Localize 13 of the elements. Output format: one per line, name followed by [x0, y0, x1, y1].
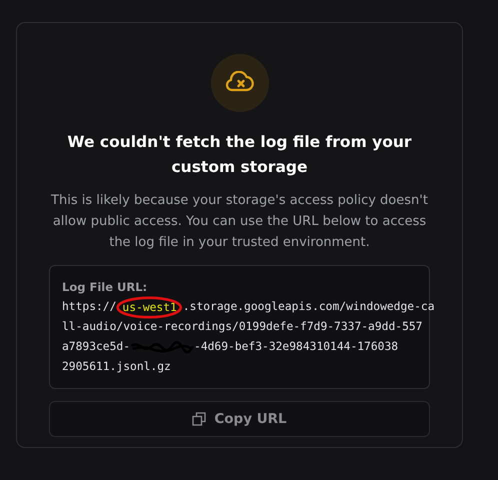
url-label: Log File URL:	[62, 280, 148, 294]
url-text: ll-audio/voice-recordings/0199defe-f7d9-7337-a9dd-557	[62, 319, 422, 335]
url-text: a7893ce5d-	[62, 339, 130, 355]
highlighted-url-text: us-west1	[122, 300, 177, 314]
copy-url-button[interactable]: Copy URL	[49, 401, 430, 437]
error-title: We couldn't fetch the log file from your custom storage	[66, 132, 413, 178]
error-description: This is likely because your storage's access policy doesn't allow public access. You can use the URL below to access the log file in your trusted environment.	[50, 192, 429, 252]
highlight-ellipse	[116, 296, 183, 318]
url-text: 2905611.jsonl.gz	[62, 359, 171, 375]
url-text: https://	[62, 299, 116, 315]
copy-icon	[192, 412, 206, 426]
url-text: -4d69-bef3-32e984310144-176038	[194, 339, 398, 355]
url-text: .storage.googleapis.com/windowedge-ca	[182, 299, 434, 315]
